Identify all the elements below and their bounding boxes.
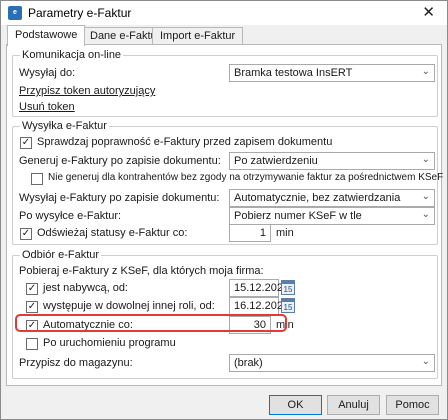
refresh-status-label: Odświeżaj statusy e-Faktur co: [37,227,188,239]
refresh-status-unit: min [276,227,294,239]
after-send-select[interactable]: Pobierz numer KSeF w tle ⌄ [229,207,435,225]
download-intro-label: Pobieraj e-Faktury z KSeF, dla których m… [19,265,264,277]
assign-warehouse-label: Przypisz do magazynu: [19,357,133,369]
generate-after-save-select[interactable]: Po zatwierdzeniu ⌄ [229,152,435,170]
refresh-status-checkbox[interactable] [20,228,32,240]
buyer-checkbox[interactable] [26,283,38,295]
other-role-checkbox[interactable] [26,301,38,313]
assign-token-link[interactable]: Przypisz token autoryzujący [19,85,155,97]
ok-button[interactable]: OK [269,395,322,415]
chevron-down-icon: ⌄ [421,154,430,165]
other-role-label: występuje w dowolnej innej roli, od: [43,300,215,312]
chevron-down-icon: ⌄ [421,356,430,367]
no-generate-label: Nie generuj dla kontrahentów bez zgody n… [48,172,444,183]
app-icon: e [8,6,22,20]
after-send-label: Po wysyłce e-Faktur: [19,210,122,222]
chevron-down-icon: ⌄ [421,191,430,202]
other-role-date-input[interactable]: 16.12.2022 [229,297,289,315]
dialog-window: e Parametry e-Faktur ✕ Podstawowe Dane e… [0,0,448,420]
assign-warehouse-select[interactable]: (brak) ⌄ [229,354,435,372]
window-title: Parametry e-Faktur [28,6,132,20]
chevron-down-icon: ⌄ [421,66,430,77]
check-before-save-label: Sprawdzaj poprawność e-Faktury przed zap… [37,136,333,148]
wysylaj-do-label: Wysyłaj do: [19,67,76,79]
group-title: Komunikacja on-line [20,49,124,61]
chevron-down-icon: ⌄ [421,209,430,220]
refresh-status-input[interactable]: 1 [229,224,271,242]
generate-after-save-label: Generuj e-Faktury po zapisie dokumentu: [19,155,221,167]
group-title: Wysyłka e-Faktur [20,120,109,132]
check-before-save-checkbox[interactable] [20,137,32,149]
send-after-save-label: Wysyłaj e-Faktury po zapisie dokumentu: [19,192,220,204]
close-icon[interactable]: ✕ [422,3,435,21]
tab-import-e-faktur[interactable]: Import e-Faktur [152,27,244,45]
send-after-save-select[interactable]: Automatycznie, bez zatwierdzania ⌄ [229,189,435,207]
buyer-label: jest nabywcą, od: [43,282,128,294]
calendar-icon[interactable]: 15 [281,298,295,313]
cancel-button[interactable]: Anuluj [327,395,380,415]
title-bar: e Parametry e-Faktur ✕ [1,1,447,25]
wysylaj-do-select[interactable]: Bramka testowa InsERT ⌄ [229,64,435,82]
on-start-label: Po uruchomieniu programu [43,337,176,349]
group-wysylka: Wysyłka e-Faktur Sprawdzaj poprawność e-… [12,120,443,245]
remove-token-link[interactable]: Usuń token [19,101,75,113]
generate-after-save-value: Po zatwierdzeniu [234,155,318,167]
assign-warehouse-value: (brak) [234,357,263,369]
help-button[interactable]: Pomoc [386,395,439,415]
buyer-date-input[interactable]: 15.12.2022 [229,279,289,297]
send-after-save-value: Automatycznie, bez zatwierdzania [234,192,401,204]
tab-podstawowe[interactable]: Podstawowe [7,25,86,46]
tab-panel: Komunikacja on-line Wysyłaj do: Bramka t… [6,44,443,386]
on-start-checkbox[interactable] [26,338,38,350]
calendar-icon[interactable]: 15 [281,280,295,295]
highlight-annotation [15,314,287,332]
group-title: Odbiór e-Faktur [20,249,102,261]
wysylaj-do-value: Bramka testowa InsERT [234,67,353,79]
after-send-value: Pobierz numer KSeF w tle [234,210,362,222]
group-komunikacja: Komunikacja on-line Wysyłaj do: Bramka t… [12,49,438,117]
no-generate-checkbox[interactable] [31,173,43,185]
